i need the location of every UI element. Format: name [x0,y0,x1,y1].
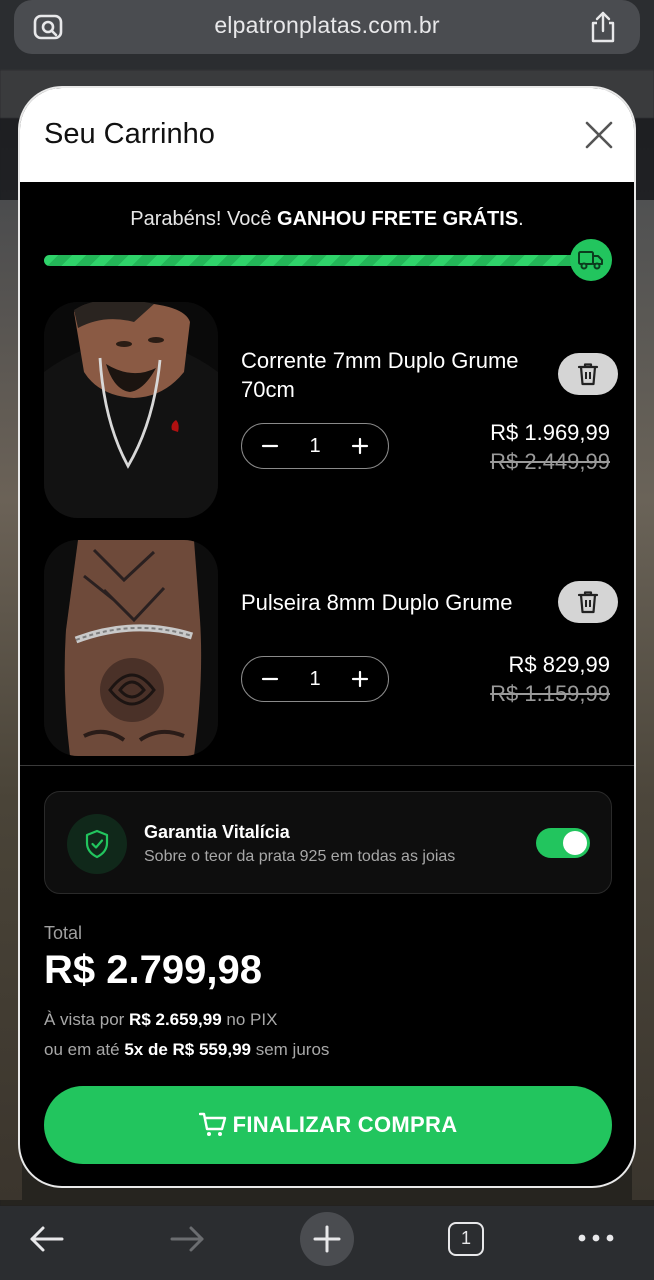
section-divider [20,765,634,766]
share-icon[interactable] [588,10,618,44]
installments-prefix: ou em até [44,1040,125,1059]
tabs-icon[interactable]: 1 [448,1222,484,1256]
remove-item-button[interactable] [558,581,618,623]
product-image-chain[interactable] [44,302,218,518]
product-photo-bracelet [44,540,218,756]
free-shipping-progress-bar [44,255,600,266]
shipping-progress-badge [570,239,612,281]
quantity-stepper: 1 [241,656,389,702]
plus-icon[interactable] [346,665,374,693]
delivery-truck-icon [578,251,603,270]
plus-icon[interactable] [346,432,374,460]
new-tab-icon [313,1225,341,1253]
warranty-card: Garantia Vitalícia Sobre o teor da prata… [44,791,612,894]
total-value: R$ 2.799,98 [44,948,262,992]
installments-suffix: sem juros [250,1040,330,1059]
shield-check-icon [85,829,109,859]
url-text[interactable]: elpatronplatas.com.br [14,12,640,39]
pix-price-line: À vista por R$ 2.659,99 no PIX [44,1010,277,1030]
pix-prefix: À vista por [44,1010,130,1029]
cart-item: Pulseira 8mm Duplo Grume 1 R$ 829,99 R$ … [20,540,634,760]
browser-bottom-bar: 1 [0,1206,654,1280]
more-icon[interactable] [576,1228,616,1248]
shipping-message-suffix: . [518,208,524,230]
address-bar[interactable]: elpatronplatas.com.br [14,0,640,54]
item-old-price: R$ 2.449,99 [490,449,610,474]
quantity-stepper: 1 [241,423,389,469]
item-price: R$ 1.969,99 [490,420,610,445]
cart-title: Seu Carrinho [44,118,215,150]
trash-icon [577,591,599,614]
trash-icon [577,363,599,386]
close-icon[interactable] [584,120,614,150]
product-image-bracelet[interactable] [44,540,218,756]
cart-item-name[interactable]: Corrente 7mm Duplo Grume 70cm [241,346,551,404]
pix-suffix: no PIX [221,1010,278,1029]
back-icon[interactable] [28,1220,66,1258]
toggle-knob [563,831,587,855]
warranty-toggle[interactable] [536,828,590,858]
pix-value: R$ 2.659,99 [129,1010,222,1029]
browser-top-bar: elpatronplatas.com.br [0,0,654,70]
installments-line: ou em até 5x de R$ 559,99 sem juros [44,1040,329,1060]
cart-header: Seu Carrinho [20,88,634,182]
checkout-button[interactable]: FINALIZAR COMPRA [44,1086,612,1164]
shield-badge [67,814,127,874]
cart-icon [198,1112,226,1136]
total-label: Total [44,923,83,943]
cart-item-name[interactable]: Pulseira 8mm Duplo Grume [241,588,551,617]
cart-drawer: Seu Carrinho Parabéns! Você GANHOU FRETE… [18,86,636,1188]
forward-icon[interactable] [168,1220,206,1258]
free-shipping-message: Parabéns! Você GANHOU FRETE GRÁTIS. [20,208,634,231]
checkout-label: FINALIZAR COMPRA [232,1112,458,1137]
warranty-title: Garantia Vitalícia [144,822,290,842]
item-price: R$ 829,99 [508,652,610,677]
cart-item: Corrente 7mm Duplo Grume 70cm 1 R$ 1.969… [20,302,634,522]
new-tab-button[interactable] [300,1212,354,1266]
installments-value: 5x de R$ 559,99 [124,1040,251,1059]
remove-item-button[interactable] [558,353,618,395]
item-old-price: R$ 1.159,99 [490,681,610,706]
shipping-message-highlight: GANHOU FRETE GRÁTIS [277,208,519,230]
warranty-subtitle: Sobre o teor da prata 925 em todas as jo… [144,848,456,865]
product-photo-chain [44,302,218,518]
shipping-message-prefix: Parabéns! Você [130,208,278,230]
